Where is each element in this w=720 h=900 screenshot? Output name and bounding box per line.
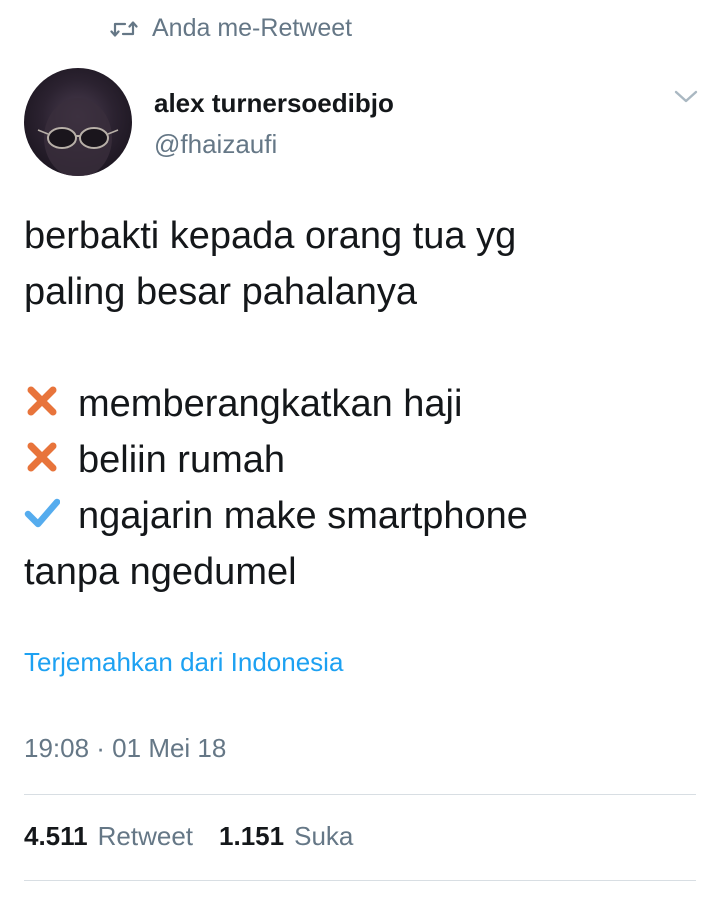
tweet-list-item-text: ngajarin make smartphone bbox=[78, 495, 528, 537]
divider bbox=[24, 794, 696, 795]
tweet-list-item: ngajarin make smartphone bbox=[24, 488, 704, 544]
divider bbox=[24, 880, 696, 881]
chevron-down-icon[interactable] bbox=[672, 86, 700, 106]
author-name[interactable]: alex turnersoedibjo bbox=[154, 88, 394, 119]
tweet-stats: 4.511 Retweet 1.151 Suka bbox=[24, 821, 353, 852]
tweet-list-item-text: beliin rumah bbox=[78, 439, 285, 481]
tweet-list-item: beliin rumah bbox=[24, 432, 704, 488]
avatar[interactable] bbox=[24, 68, 132, 176]
author-handle[interactable]: @fhaizaufi bbox=[154, 129, 277, 160]
cross-mark-icon bbox=[27, 386, 57, 416]
retweet-count-link[interactable]: 4.511 Retweet bbox=[24, 821, 193, 852]
cross-mark-icon bbox=[27, 442, 57, 472]
retweet-context: Anda me-Retweet bbox=[110, 14, 352, 43]
tweet-line: tanpa ngedumel bbox=[24, 551, 297, 593]
like-label: Suka bbox=[294, 821, 354, 851]
avatar-photo bbox=[37, 98, 119, 176]
like-count-link[interactable]: 1.151 Suka bbox=[219, 821, 353, 852]
tweet-line: paling besar pahalanya bbox=[24, 271, 417, 313]
tweet-list-item-text: memberangkatkan haji bbox=[78, 383, 463, 425]
check-mark-icon bbox=[24, 498, 60, 528]
tweet-list-item: memberangkatkan haji bbox=[24, 376, 704, 432]
tweet-timestamp[interactable]: 19:08 · 01 Mei 18 bbox=[24, 733, 226, 764]
retweet-icon bbox=[110, 20, 138, 37]
tweet-text: berbakti kepada orang tua yg paling besa… bbox=[24, 208, 704, 600]
retweet-context-label: Anda me-Retweet bbox=[152, 14, 353, 42]
translate-link[interactable]: Terjemahkan dari Indonesia bbox=[24, 647, 343, 678]
tweet-line: berbakti kepada orang tua yg bbox=[24, 215, 517, 257]
retweet-label: Retweet bbox=[97, 821, 194, 851]
like-count: 1.151 bbox=[219, 821, 285, 851]
retweet-count: 4.511 bbox=[24, 821, 88, 851]
